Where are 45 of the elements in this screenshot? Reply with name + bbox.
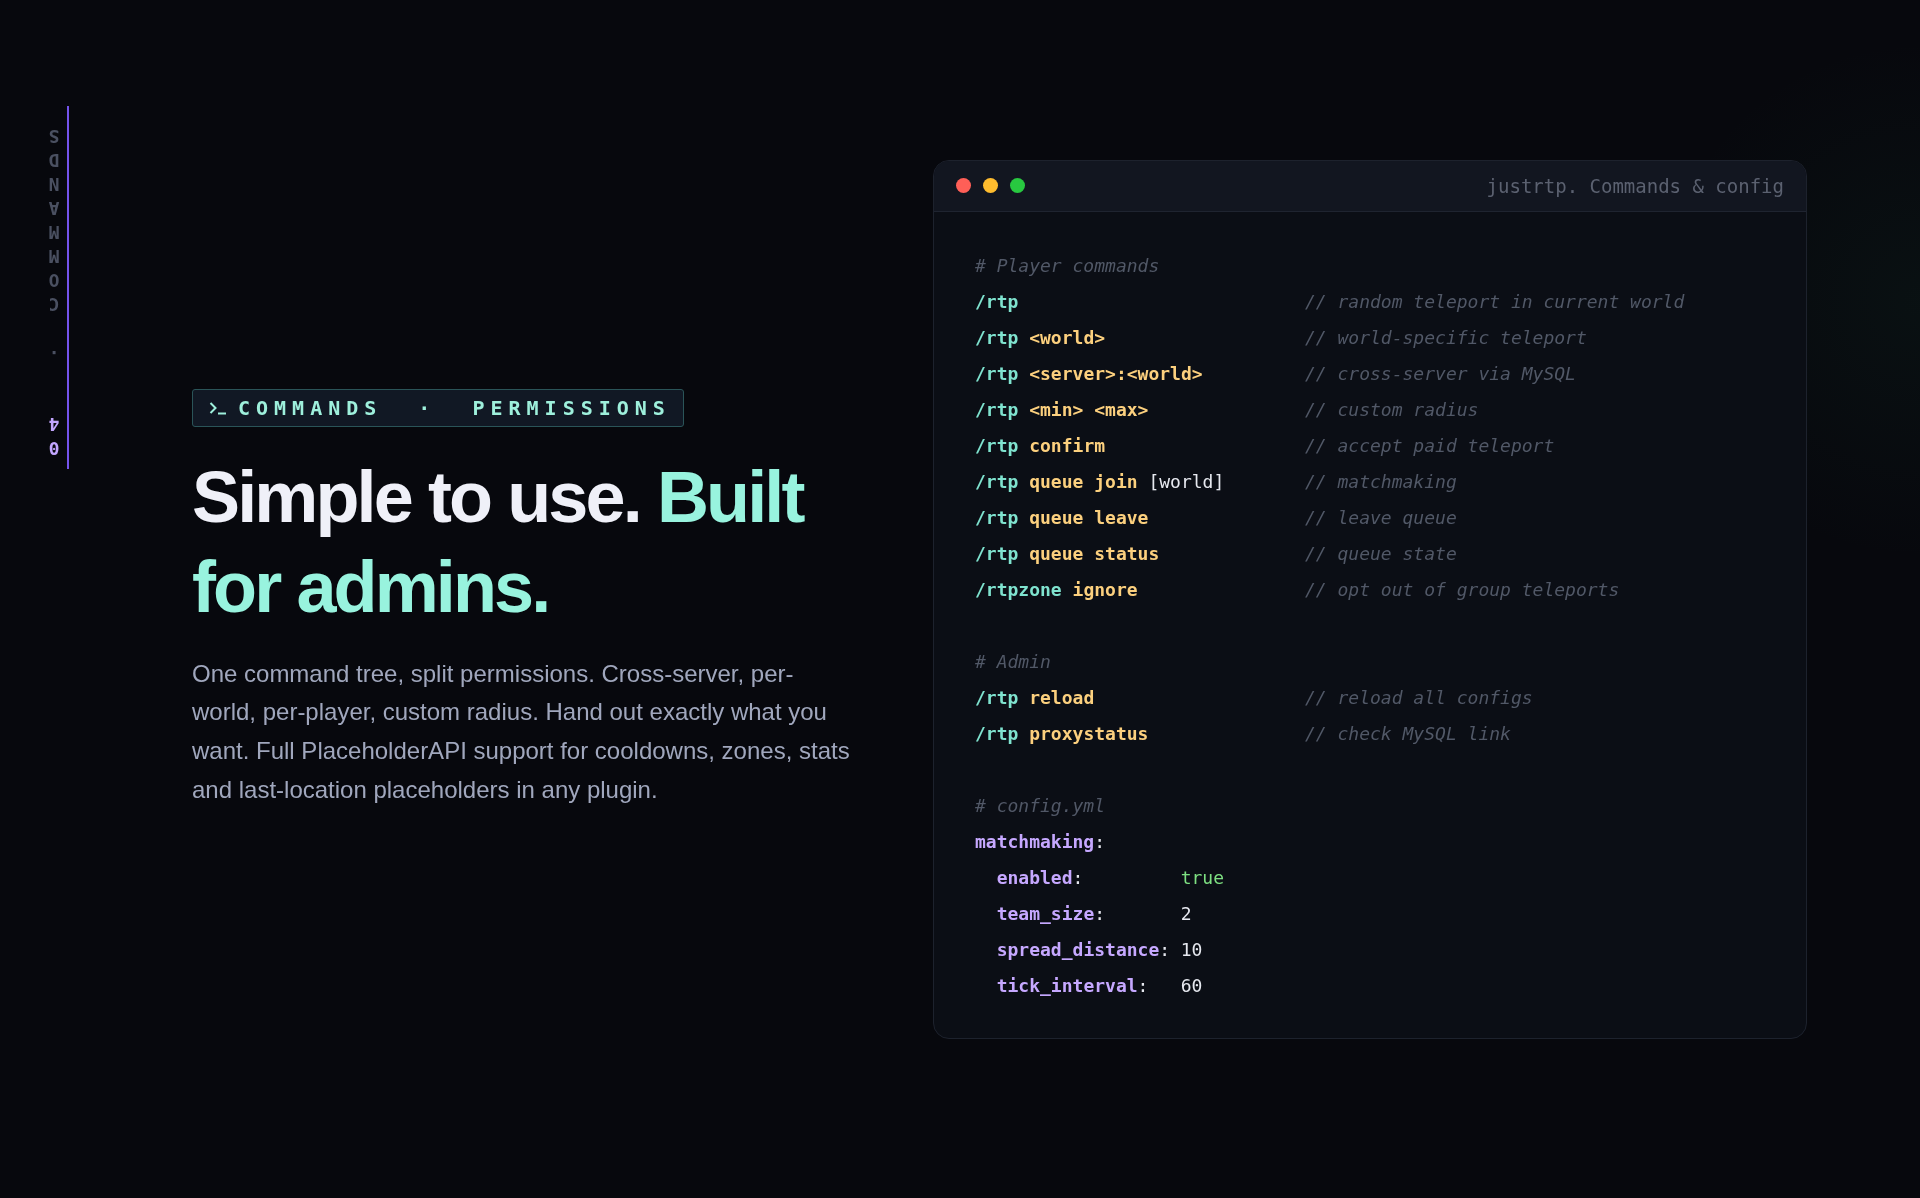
config-key: spread_distance:	[996, 931, 1181, 968]
config-value: 10	[1180, 937, 1204, 962]
description: One command tree, split permissions. Cross-server, per-world, per-player, custom radius. Hand out exactly what you want. Full PlaceholderAPI support for cooldowns, zones, stats and last-location placeholders in any plugin.	[192, 658, 851, 805]
separator: ·	[47, 341, 61, 364]
code-comment: // queue state	[1305, 541, 1458, 566]
code-comment: // opt out of group teleports	[1305, 577, 1621, 602]
code-comment: // custom radius	[1305, 397, 1480, 422]
window-title: justrtp. Commands & config	[1486, 174, 1784, 197]
code-comment: // reload all configs	[1305, 685, 1534, 710]
command-text: /rtp reload	[975, 685, 1096, 710]
section-label: COMMANDS	[47, 125, 61, 316]
config-value: true	[1180, 865, 1226, 890]
command-text: /rtp <min> <max>	[975, 397, 1150, 422]
close-dot-icon[interactable]	[956, 178, 971, 193]
command-text: /rtp proxystatus	[975, 721, 1150, 746]
command-text: /rtp <world>	[975, 325, 1107, 350]
code-comment: # config.yml	[975, 794, 1106, 816]
command-text: /rtp queue leave	[975, 505, 1150, 530]
maximize-dot-icon[interactable]	[1010, 178, 1025, 193]
code-comment: // random teleport in current world	[1305, 289, 1686, 314]
code-comment: // check MySQL link	[1305, 721, 1512, 746]
command-text: /rtp confirm	[975, 433, 1107, 458]
config-key: tick_interval:	[996, 967, 1181, 1004]
headline: Simple to use. Built for admins.	[192, 455, 804, 629]
code-comment: # Admin	[975, 650, 1051, 672]
code-comment: // accept paid teleport	[1305, 433, 1556, 458]
command-text: /rtp queue join [world]	[975, 469, 1226, 494]
code-comment: // cross-server via MySQL	[1305, 361, 1577, 386]
code-comment: // matchmaking	[1305, 469, 1458, 494]
command-text: /rtp queue status	[975, 541, 1161, 566]
config-key: team_size:	[996, 895, 1181, 932]
command-text: /rtp <server>:<world>	[975, 361, 1204, 386]
badge-label: COMMANDS · PERMISSIONS	[238, 396, 671, 419]
config-value: 2	[1180, 901, 1193, 926]
minimize-dot-icon[interactable]	[983, 178, 998, 193]
code-comment: // leave queue	[1305, 505, 1458, 530]
code-comment: // world-specific teleport	[1305, 325, 1588, 350]
command-text: /rtp	[975, 289, 1020, 314]
terminal-prompt-icon	[209, 400, 227, 415]
code-comment: # Player commands	[975, 254, 1160, 276]
section-number: 04	[47, 413, 61, 460]
config-key: matchmaking:	[975, 830, 1106, 852]
config-value: 60	[1180, 973, 1204, 998]
command-text: /rtpzone ignore	[975, 577, 1139, 602]
config-key: enabled:	[996, 859, 1181, 896]
